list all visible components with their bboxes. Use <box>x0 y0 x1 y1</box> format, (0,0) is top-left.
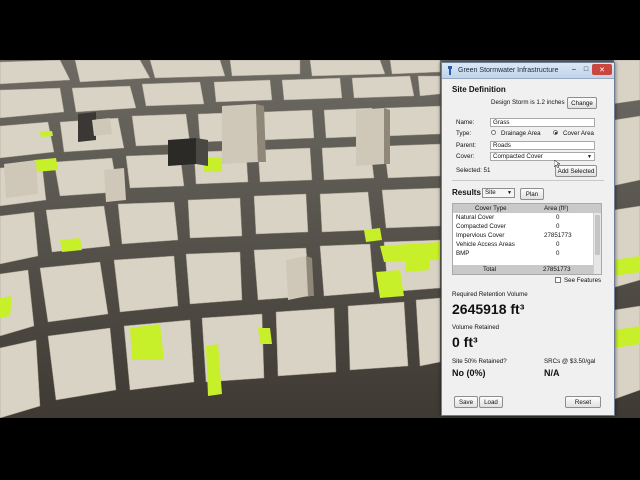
gsi-app-icon <box>448 66 452 75</box>
scrollbar-thumb[interactable] <box>595 215 600 255</box>
row-area: 27851773 <box>544 232 572 239</box>
row-cover-type: Vehicle Access Areas <box>456 241 515 248</box>
name-label: Name: <box>456 119 475 126</box>
row-cover-type: Impervious Cover <box>456 232 505 239</box>
cover-select[interactable]: Compacted Cover ▼ <box>490 152 595 161</box>
minimize-button[interactable]: – <box>568 64 580 75</box>
parent-field[interactable]: Roads <box>490 141 595 150</box>
row-area: 0 <box>556 223 560 230</box>
change-storm-button[interactable]: Change <box>567 97 597 109</box>
maximize-button[interactable]: □ <box>580 64 592 75</box>
type-label: Type: <box>456 130 472 137</box>
radio-cover-area-label: Cover Area <box>563 130 594 137</box>
srcs-label: SRCs @ $3.50/gal <box>544 358 596 365</box>
save-button[interactable]: Save <box>454 396 478 408</box>
parent-label: Parent: <box>456 142 476 149</box>
close-button[interactable]: ✕ <box>592 64 612 75</box>
site-50-value: No (0%) <box>452 368 486 378</box>
volume-retained-label: Volume Retained <box>452 324 500 331</box>
results-heading: Results <box>452 188 481 197</box>
total-label: Total <box>483 266 497 273</box>
add-selected-button[interactable]: Add Selected <box>555 165 597 177</box>
load-button[interactable]: Load <box>479 396 503 408</box>
row-cover-type: BMP <box>456 250 470 257</box>
table-header: Cover Type Area (ft²) <box>453 204 601 213</box>
column-cover-type: Cover Type <box>475 205 507 212</box>
results-scope-value: Site <box>485 189 496 196</box>
plan-button[interactable]: Plan <box>520 188 544 200</box>
required-retention-value: 2645918 ft³ <box>452 301 525 317</box>
total-value: 27851773 <box>543 266 571 273</box>
column-area: Area (ft²) <box>544 205 569 212</box>
table-row[interactable]: Vehicle Access Areas 0 <box>453 240 601 249</box>
see-features-checkbox[interactable] <box>555 277 561 283</box>
cover-label: Cover: <box>456 153 475 160</box>
see-features-label: See Features <box>564 277 602 284</box>
row-area: 0 <box>556 241 560 248</box>
radio-drainage-area[interactable] <box>491 130 496 135</box>
radio-drainage-area-label: Drainage Area <box>501 130 541 137</box>
row-area: 0 <box>556 250 560 257</box>
row-cover-type: Compacted Cover <box>456 223 506 230</box>
table-row[interactable]: BMP 0 <box>453 249 601 258</box>
radio-cover-area[interactable] <box>553 130 558 135</box>
site-50-label: Site 50% Retained? <box>452 358 507 365</box>
design-storm-text: Design Storm is 1.2 inches <box>491 99 565 106</box>
site-definition-heading: Site Definition <box>452 85 506 94</box>
name-field[interactable]: Grass <box>490 118 595 127</box>
divider <box>452 180 604 181</box>
results-scope-select[interactable]: Site ▼ <box>482 188 515 198</box>
chevron-down-icon: ▼ <box>507 190 512 196</box>
volume-retained-value: 0 ft³ <box>452 334 478 350</box>
table-row[interactable]: Impervious Cover 27851773 <box>453 231 601 240</box>
table-row[interactable]: Natural Cover 0 <box>453 213 601 222</box>
required-retention-label: Required Retention Volume <box>452 291 528 298</box>
selected-count: Selected: 51 <box>456 167 491 174</box>
table-total-row: Total 27851773 <box>453 265 593 274</box>
mouse-cursor-icon <box>554 160 560 168</box>
srcs-value: N/A <box>544 368 560 378</box>
results-table[interactable]: Cover Type Area (ft²) Natural Cover 0 Co… <box>452 203 602 275</box>
table-scrollbar[interactable] <box>593 213 601 274</box>
cover-select-value: Compacted Cover <box>493 153 543 160</box>
table-row[interactable]: Compacted Cover 0 <box>453 222 601 231</box>
row-cover-type: Natural Cover <box>456 214 495 221</box>
title-bar[interactable]: Green Stormwater Infrastructure – □ ✕ <box>442 63 614 79</box>
chevron-down-icon: ▼ <box>587 154 592 160</box>
window-title: Green Stormwater Infrastructure <box>458 67 559 74</box>
row-area: 0 <box>556 214 560 221</box>
gsi-window: Green Stormwater Infrastructure – □ ✕ Si… <box>441 62 615 416</box>
reset-button[interactable]: Reset <box>565 396 601 408</box>
